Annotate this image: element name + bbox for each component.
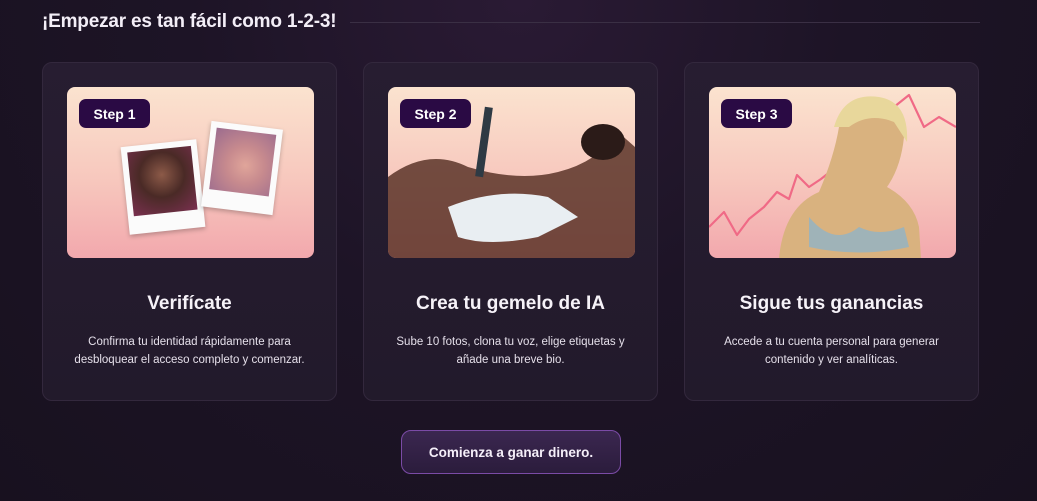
step-card-1: Step 1 Verifícate Confirma tu identidad … xyxy=(42,62,337,401)
step-badge-1: Step 1 xyxy=(79,99,150,128)
step-card-3: Step 3 Sigue tus ganancias Accede a tu c… xyxy=(684,62,979,401)
step-1-illustration: Step 1 xyxy=(67,87,314,258)
step-title-1: Verifícate xyxy=(147,293,232,314)
header-divider xyxy=(350,21,980,23)
step-2-illustration: Step 2 xyxy=(388,87,635,258)
section-title: ¡Empezar es tan fácil como 1-2-3! xyxy=(42,11,337,32)
polaroid-photo-1 xyxy=(120,139,206,235)
step-description-1: Confirma tu identidad rápidamente para d… xyxy=(74,336,305,366)
step-3-illustration: Step 3 xyxy=(709,87,956,258)
step-badge-2: Step 2 xyxy=(400,99,471,128)
step-description-2: Sube 10 fotos, clona tu voz, elige etiqu… xyxy=(396,336,625,366)
step-title-2: Crea tu gemelo de IA xyxy=(416,293,605,314)
step-card-2: Step 2 Crea tu gemelo de IA Sube 10 foto… xyxy=(363,62,658,401)
step-title-3: Sigue tus ganancias xyxy=(739,293,924,314)
step-badge-3: Step 3 xyxy=(721,99,792,128)
step-description-3: Accede a tu cuenta personal para generar… xyxy=(724,336,939,366)
start-earning-button[interactable]: Comienza a ganar dinero. xyxy=(401,430,621,474)
polaroid-photo-2 xyxy=(201,120,283,216)
section-header: ¡Empezar es tan fácil como 1-2-3! xyxy=(42,8,980,36)
